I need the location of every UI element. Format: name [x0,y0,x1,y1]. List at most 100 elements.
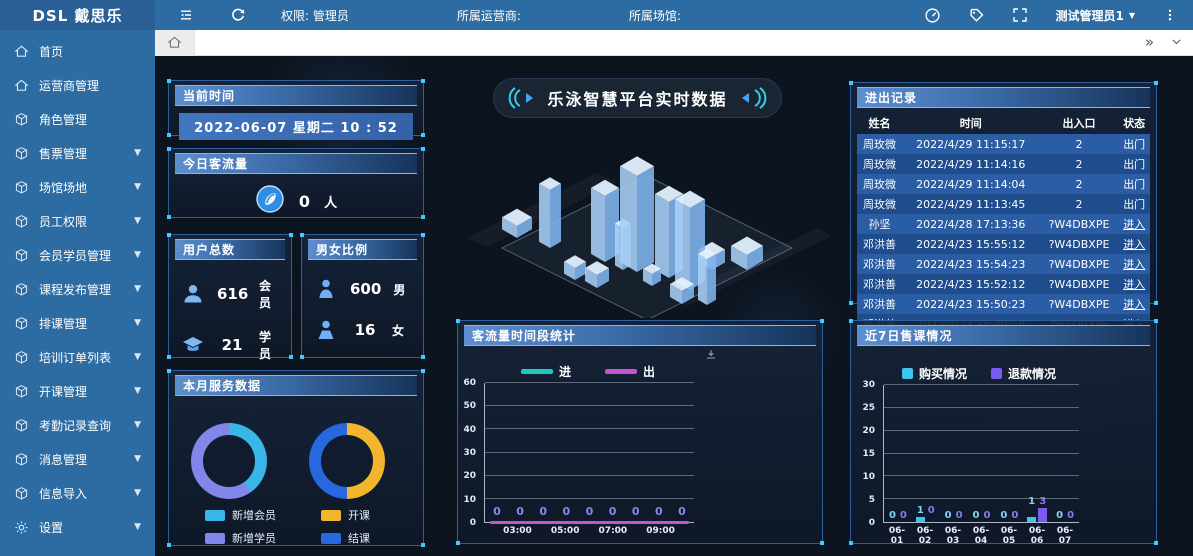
member-label: 会员 [259,277,279,311]
sidebar-item[interactable]: 会员学员管理▼ [0,238,155,272]
legend-item: 开课 [321,507,370,523]
value-label: 0 [584,505,596,518]
gridline [485,498,694,499]
cube-icon [14,384,29,399]
headline-left-decoration [507,85,537,111]
panel-title: 今日客流量 [175,153,417,174]
sidebar-item[interactable]: 开课管理▼ [0,374,155,408]
sidebar-item[interactable]: 考勤记录查询▼ [0,408,155,442]
refresh-icon[interactable] [229,6,247,24]
record-time: 2022/4/28 17:13:36 [902,214,1040,234]
y-tick-label: 30 [463,448,476,458]
sidebar-item-label: 运营商管理 [39,77,99,94]
record-status[interactable]: 进入 [1118,254,1150,274]
sidebar-item[interactable]: 排课管理▼ [0,306,155,340]
record-status[interactable]: 进入 [1118,274,1150,294]
sidebar-item[interactable]: 售票管理▼ [0,136,155,170]
student-count: 21 [217,336,247,354]
sidebar-item[interactable]: 员工权限▼ [0,204,155,238]
record-gate: ?W4DBXPE [1040,234,1119,254]
x-tick-label [675,526,694,536]
kebab-menu-icon[interactable] [1161,6,1179,24]
panel-gender-ratio: 男女比例 600 男 16 女 [301,234,424,358]
male-label: 男 [393,281,405,298]
student-icon [181,333,205,357]
x-tick-label: 06-02 [911,526,939,546]
sidebar-item[interactable]: 角色管理 [0,102,155,136]
sidebar-item[interactable]: 信息导入▼ [0,476,155,510]
legend-swatch [321,510,341,521]
bar-columns: 00100000001300 [884,385,1079,522]
double-chevron-right-icon[interactable]: » [1145,35,1154,50]
bar-value-label: 0 [973,510,980,521]
gridline [485,405,694,406]
record-status[interactable]: 进入 [1118,214,1150,234]
bar-value-labels: 10 [917,505,935,516]
bar-value-label: 0 [1067,510,1074,521]
legend-item: 购买情况 [902,365,967,382]
venue-label[interactable]: 所属场馆: [629,7,681,24]
chevron-down-icon[interactable] [1170,33,1183,52]
tag-icon[interactable] [967,6,985,24]
sidebar-item[interactable]: 运营商管理 [0,68,155,102]
bar-column: 00 [884,385,912,522]
tabstrip-controls: » [1145,33,1183,52]
fullscreen-icon[interactable] [1011,6,1029,24]
sidebar-item[interactable]: 课程发布管理 ▼ [0,272,155,306]
stat-row: 16 女 [302,318,423,342]
legend-item: 进 [521,363,571,380]
record-name: 周玫微 [857,194,902,214]
bar-value-labels: 00 [1056,510,1074,521]
permission-label: 权限: 管理员 [281,7,349,24]
donut-legend: 新增会员新增学员 [205,507,276,546]
menu-collapse-icon[interactable] [177,6,195,24]
cube-icon [14,112,29,127]
panel-current-time: 当前时间 2022-06-07 星期二 10 : 52 [168,80,424,136]
tab-home[interactable] [155,30,195,56]
bar-group [1027,508,1047,522]
record-status[interactable]: 进入 [1118,234,1150,254]
sidebar-item-label: 培训订单列表 [39,349,111,366]
headline-right-decoration [738,85,768,111]
sidebar-item[interactable]: 场馆场地▼ [0,170,155,204]
male-icon [314,277,338,301]
legend-label: 新增学员 [232,530,276,546]
bar-group [916,517,936,522]
panel-title: 近7日售课情况 [857,325,1150,346]
x-tick-label: 06-03 [939,526,967,546]
download-icon[interactable] [704,347,718,366]
chevron-down-icon: ▼ [134,284,141,294]
line-chart-plot: 000000000 [484,383,694,523]
operator-label[interactable]: 所属运营商: [457,7,521,24]
visitor-flow-icon [255,184,285,218]
panel-title: 男女比例 [308,239,417,260]
sidebar-item-label: 课程发布管理 [39,281,111,298]
female-icon [314,318,338,342]
user-menu[interactable]: 测试管理员1 ▼ [1055,7,1135,24]
cube-icon [14,180,29,195]
y-tick-label: 15 [862,449,875,459]
record-status: 出门 [1118,154,1150,174]
record-time: 2022/4/23 15:55:12 [902,234,1040,254]
table-row: 周玫微2022/4/29 11:14:042出门 [857,174,1150,194]
home-icon [14,44,29,59]
gridline [884,498,1079,499]
gridline [485,382,694,383]
value-label: 0 [653,505,665,518]
x-tick-label [484,526,503,536]
sidebar-item[interactable]: 设置▼ [0,510,155,544]
panel-today-flow: 今日客流量 0 人 [168,148,424,218]
stat-row: 600 男 [302,277,423,301]
bar-column: 00 [968,385,996,522]
record-time: 2022/4/29 11:14:04 [902,174,1040,194]
gauge-icon[interactable] [923,6,941,24]
sidebar-item[interactable]: 首页 [0,34,155,68]
legend-swatch [205,510,225,521]
sidebar-item[interactable]: 培训订单列表▼ [0,340,155,374]
sidebar-item-label: 场馆场地 [39,179,87,196]
record-time: 2022/4/23 15:54:23 [902,254,1040,274]
sidebar-item[interactable]: 消息管理▼ [0,442,155,476]
student-label: 学员 [259,328,279,362]
x-tick-label: 09:00 [646,526,675,536]
record-status[interactable]: 进入 [1118,294,1150,314]
